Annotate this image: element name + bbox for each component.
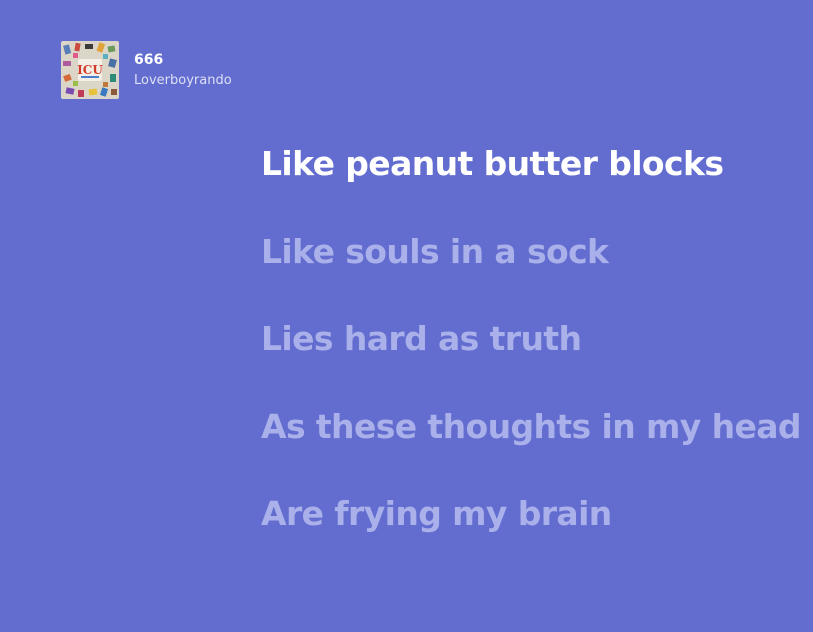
track-artist[interactable]: Loverboyrando [134,72,232,89]
album-cover-art-icon: ICU [61,41,119,99]
lyric-line-next-faded [261,578,813,625]
lyric-line[interactable]: Lies hard as truth [261,315,813,362]
svg-text:ICU: ICU [77,63,103,77]
album-cover[interactable]: ICU [61,41,119,99]
now-playing-header: ICU 666 Loverboyrando [61,41,232,99]
lyrics-panel: Like peanut butter blocks Like souls in … [261,140,813,632]
lyric-line[interactable]: Like souls in a sock [261,228,813,275]
track-title[interactable]: 666 [134,51,232,69]
lyric-line[interactable]: Are frying my brain [261,490,813,537]
lyric-line-active[interactable]: Like peanut butter blocks [261,140,813,187]
lyric-line[interactable]: As these thoughts in my head [261,403,813,450]
track-meta: 666 Loverboyrando [134,51,232,89]
